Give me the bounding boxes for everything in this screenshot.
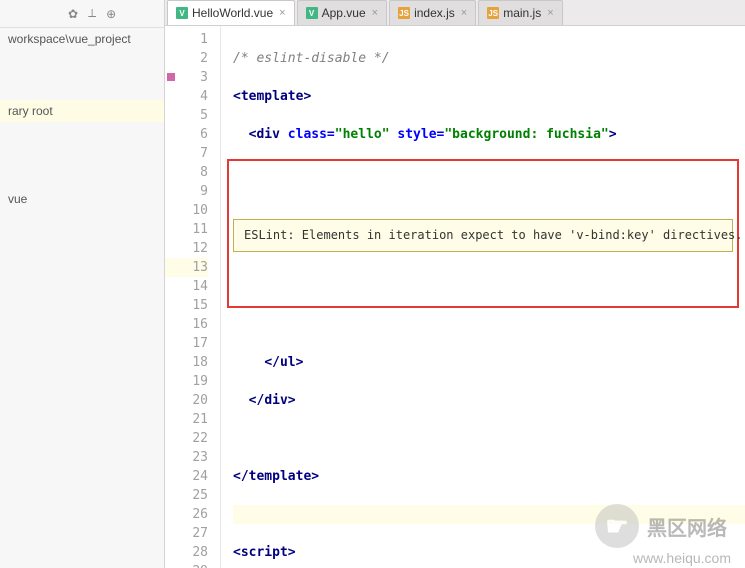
tab-index-js[interactable]: JS index.js × xyxy=(389,0,476,25)
sidebar-library-root[interactable]: rary root xyxy=(0,100,164,122)
gutter-line: 27 xyxy=(165,524,208,543)
gutter-line: 28 xyxy=(165,543,208,562)
gutter-line: 3 xyxy=(165,68,208,87)
sidebar-toolbar: ✿ ⟂ ⊕ xyxy=(0,0,164,28)
gutter-line: 16 xyxy=(165,315,208,334)
close-icon[interactable]: × xyxy=(547,7,553,19)
watermark-text: 黑区网络 xyxy=(647,512,727,541)
gutter-line: 13 xyxy=(165,258,208,277)
vue-file-icon: V xyxy=(176,7,188,19)
gutter-line: 8 xyxy=(165,163,208,182)
tab-label: App.vue xyxy=(322,6,366,20)
watermark-icon: ☛ xyxy=(595,504,639,548)
vue-file-icon: V xyxy=(306,7,318,19)
sidebar-vue-item[interactable]: vue xyxy=(0,188,164,210)
target-icon[interactable]: ⊕ xyxy=(106,7,116,21)
tab-helloworld-vue[interactable]: V HelloWorld.vue × xyxy=(167,0,295,25)
gutter-line: 5 xyxy=(165,106,208,125)
tab-main-js[interactable]: JS main.js × xyxy=(478,0,562,25)
tab-label: index.js xyxy=(414,6,455,20)
gutter-line: 25 xyxy=(165,486,208,505)
watermark: ☛ 黑区网络 xyxy=(595,504,727,548)
close-icon[interactable]: × xyxy=(461,7,467,19)
editor-tabs: V HelloWorld.vue × V App.vue × JS index.js × JS ma… xyxy=(165,0,745,26)
tab-label: HelloWorld.vue xyxy=(192,6,273,20)
gutter-line: 20 xyxy=(165,391,208,410)
gutter-line: 17 xyxy=(165,334,208,353)
collapse-icon[interactable]: ⟂ xyxy=(88,6,96,21)
project-sidebar: ✿ ⟂ ⊕ workspace\vue_project rary root vu… xyxy=(0,0,165,568)
eslint-error-tooltip: ESLint: Elements in iteration expect to … xyxy=(227,159,739,308)
close-icon[interactable]: × xyxy=(279,7,285,19)
gutter-line: 10 xyxy=(165,201,208,220)
gutter-line: 15 xyxy=(165,296,208,315)
gutter-line: 4 xyxy=(165,87,208,106)
gutter-line: 7 xyxy=(165,144,208,163)
code-area[interactable]: /* eslint-disable */ <template> <div cla… xyxy=(221,26,745,568)
gutter-line: 18 xyxy=(165,353,208,372)
js-file-icon: JS xyxy=(398,7,410,19)
gutter-line: 23 xyxy=(165,448,208,467)
watermark-site: www.heiqu.com xyxy=(633,550,731,566)
gutter-line: 1 xyxy=(165,30,208,49)
gutter-line: 21 xyxy=(165,410,208,429)
gutter-line: 12 xyxy=(165,239,208,258)
sidebar-workspace-path[interactable]: workspace\vue_project xyxy=(0,28,164,50)
gutter-line: 14 xyxy=(165,277,208,296)
code-comment: /* eslint-disable */ xyxy=(233,51,390,66)
close-icon[interactable]: × xyxy=(372,7,378,19)
gutter-line: 26 xyxy=(165,505,208,524)
tab-app-vue[interactable]: V App.vue × xyxy=(297,0,387,25)
gutter-line: 9 xyxy=(165,182,208,201)
tooltip-message: ESLint: Elements in iteration expect to … xyxy=(233,219,733,252)
bookmark-icon[interactable] xyxy=(167,73,175,81)
gutter-line: 2 xyxy=(165,49,208,68)
js-file-icon: JS xyxy=(487,7,499,19)
tab-label: main.js xyxy=(503,6,541,20)
line-gutter: 1234567891011121314151617181920212223242… xyxy=(165,26,221,568)
gear-icon[interactable]: ✿ xyxy=(68,7,78,21)
gutter-line: 24 xyxy=(165,467,208,486)
gutter-line: 19 xyxy=(165,372,208,391)
gutter-line: 22 xyxy=(165,429,208,448)
gutter-line: 29 xyxy=(165,562,208,568)
gutter-line: 11 xyxy=(165,220,208,239)
gutter-line: 6 xyxy=(165,125,208,144)
